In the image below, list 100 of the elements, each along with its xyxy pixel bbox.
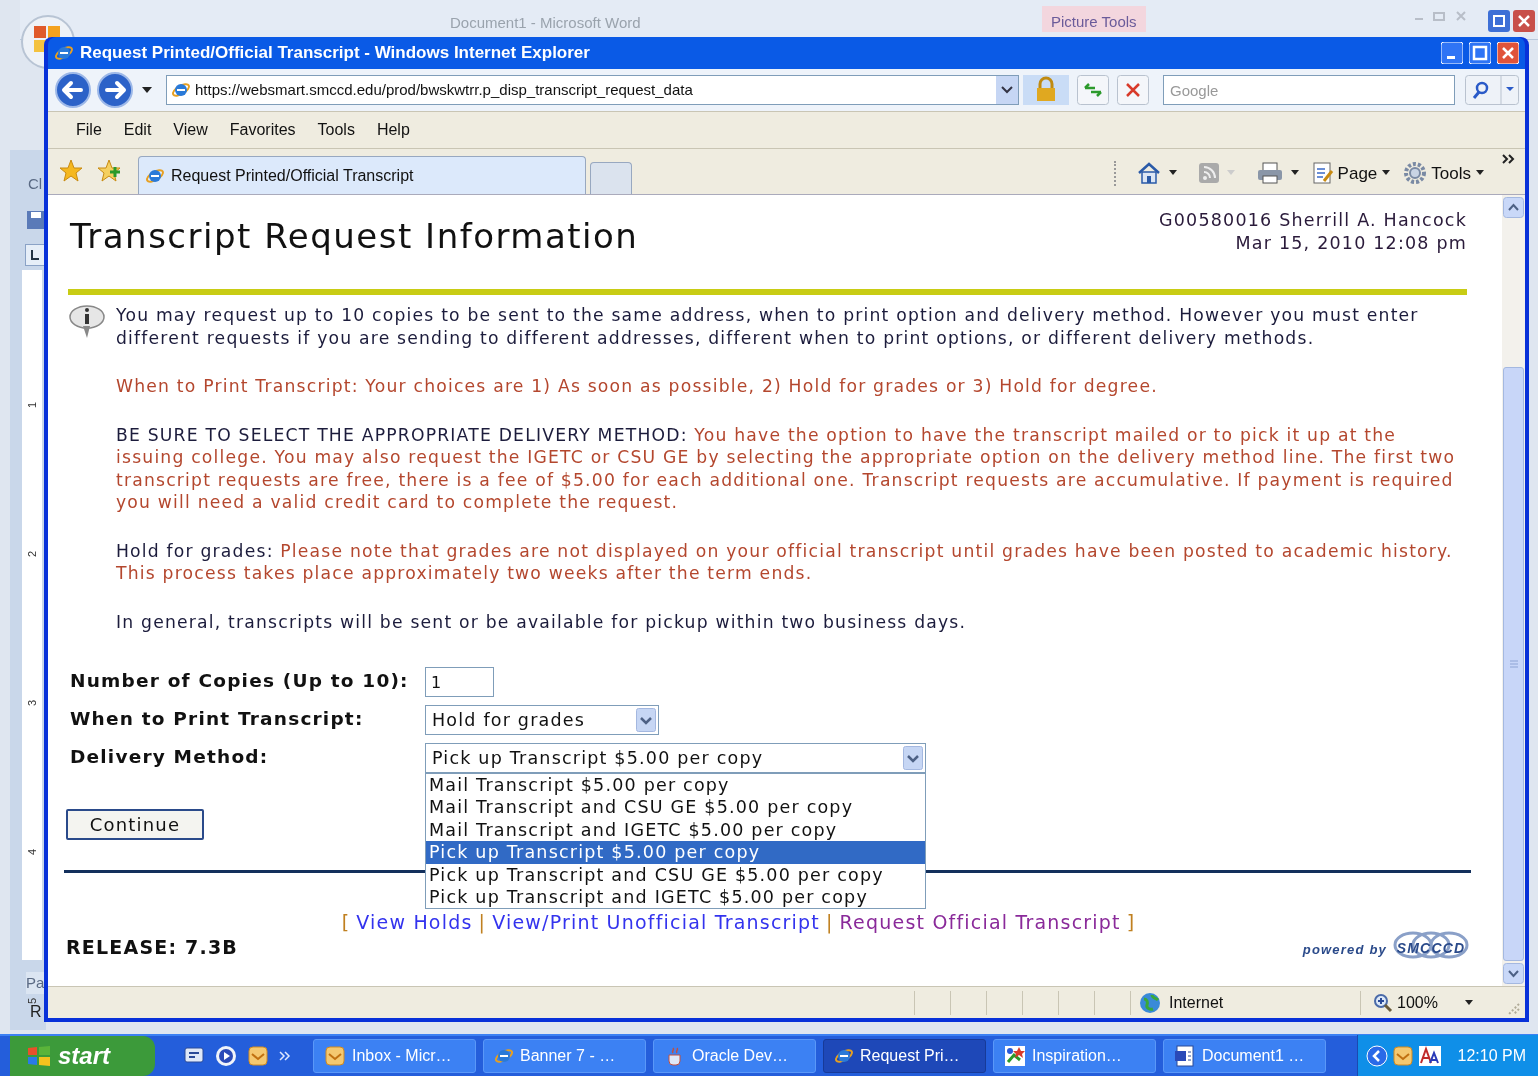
bracket-text: [ xyxy=(341,911,351,933)
close-icon[interactable] xyxy=(1513,10,1535,32)
ruler-number: 3 xyxy=(25,699,39,707)
windows-flag-icon xyxy=(26,1044,52,1068)
scroll-down-icon[interactable] xyxy=(1503,963,1524,984)
browser-e-icon xyxy=(54,43,74,63)
continue-button[interactable]: Continue xyxy=(66,809,204,840)
star-icon[interactable] xyxy=(58,158,84,184)
gear-icon xyxy=(1403,161,1428,186)
mail-icon xyxy=(324,1045,346,1067)
ruler-number: 1 xyxy=(25,401,39,409)
dropdown-option[interactable]: Pick up Transcript and IGETC $5.00 per copy xyxy=(426,885,925,909)
search-field[interactable]: Google xyxy=(1163,75,1455,105)
footer-link[interactable]: Request Official Transcript xyxy=(839,911,1121,933)
scrollbar-thumb[interactable] xyxy=(1503,367,1524,961)
delivery-method-select[interactable]: Pick up Transcript $5.00 per copy xyxy=(425,743,926,773)
caret-icon[interactable] xyxy=(140,85,154,95)
release-text: RELEASE: 7.3B xyxy=(66,934,239,960)
panel-label: Cl xyxy=(28,174,43,194)
stop-icon[interactable] xyxy=(1117,75,1149,105)
maximize-icon xyxy=(1433,10,1445,22)
menu-item[interactable]: Tools xyxy=(317,118,355,142)
dropdown-option[interactable]: Pick up Transcript $5.00 per copy xyxy=(426,841,925,864)
field-label: When to Print Transcript: xyxy=(70,707,365,731)
taskbar-button[interactable]: Inspiration… xyxy=(993,1039,1156,1073)
date-time: Mar 15, 2010 12:08 pm xyxy=(1235,232,1467,255)
ruler-number: 5 xyxy=(25,997,39,1005)
clock-text: 12:10 PM xyxy=(1457,1046,1526,1066)
address-field[interactable]: https://websmart.smccd.edu/prod/bwskwtrr.p_disp_transcript_request_data xyxy=(166,75,1019,105)
printer-icon[interactable] xyxy=(1255,161,1284,186)
menu-item[interactable]: View xyxy=(173,118,208,142)
dropdown-option[interactable]: Mail Transcript and IGETC $5.00 per copy xyxy=(426,818,925,842)
dropdown-icon xyxy=(636,708,656,732)
caret-icon xyxy=(1463,998,1474,1007)
instruction-paragraph: In general, transcripts will be sent or be available for pickup within two business days. xyxy=(116,610,968,633)
scroll-up-icon[interactable] xyxy=(1503,197,1524,218)
context-tab[interactable]: Picture Tools xyxy=(1042,6,1146,32)
zoom-icon xyxy=(1373,992,1393,1013)
info-icon xyxy=(68,304,106,340)
grip-icon xyxy=(1509,660,1518,668)
page-title: Transcript Request Information xyxy=(70,215,639,258)
footer-link[interactable]: View Holds xyxy=(356,911,473,933)
instruction-paragraph: When to Print Transcript: Your choices are 1) As soon as possible, 2) Hold for grades or 3) Hold for degree. xyxy=(116,375,1159,398)
info-text: You may request up to 10 copies to be sent to the same address, when to print option and delivery method. However you must enter different requests if you are sending to different addresses, different when to print options, or different delivery methods. xyxy=(116,304,1420,349)
diagram-icon xyxy=(1004,1045,1026,1067)
menu-item[interactable]: Favorites xyxy=(229,118,296,142)
menu-item[interactable]: Help xyxy=(376,118,410,142)
instruction-paragraph: BE SURE TO SELECT THE APPROPRIATE DELIVERY METHOD: You have the option to have the transcript mailed or to pick it up at the issuing college. You may also request the IGETC or CSU GE by selecting the appropriate option on the delivery method line. The first two transcript requests are free, there is a fee of $5.00 for each additional one. Transcript requests are accumulative. If payment is required you will need a valid credit card to complete the request. xyxy=(116,423,1457,514)
logo-mark: SMCCCD xyxy=(1391,929,1471,959)
add-star-icon[interactable] xyxy=(96,158,122,184)
search-icon[interactable] xyxy=(1465,75,1519,105)
user-id-name: G00580016 Sherrill A. Hancock xyxy=(1158,209,1467,232)
language-icon[interactable] xyxy=(1417,1045,1442,1067)
browser-tab[interactable]: Request Printed/Official Transcript xyxy=(138,156,586,194)
field-label: Delivery Method: xyxy=(70,745,270,769)
instruction-paragraph: Hold for grades: Please note that grades are not displayed on your official transcript until grades have been posted to academic history. This process takes place approximately two weeks after the term ends. xyxy=(116,539,1454,585)
copies-field[interactable]: 1 xyxy=(425,667,494,697)
minimize-icon[interactable] xyxy=(1441,42,1463,64)
separator-text: | xyxy=(825,911,834,933)
panel-label: Pa xyxy=(26,972,46,994)
minimize-icon xyxy=(1415,18,1423,20)
media-player-icon[interactable] xyxy=(215,1045,237,1067)
separator-text: | xyxy=(478,911,487,933)
zoom-button[interactable]: 100% xyxy=(1360,990,1505,1015)
taskbar-button[interactable]: Oracle Dev… xyxy=(653,1039,816,1073)
start-button[interactable]: start xyxy=(10,1036,155,1076)
back-icon[interactable] xyxy=(54,71,92,109)
dropdown-icon[interactable] xyxy=(996,76,1018,104)
close-icon[interactable] xyxy=(1497,42,1519,64)
tools-menu-button[interactable]: Tools xyxy=(1403,160,1485,186)
taskbar-button[interactable]: Document1 … xyxy=(1163,1039,1326,1073)
taskbar-button[interactable]: Banner 7 - … xyxy=(483,1039,646,1073)
browser-e-icon xyxy=(834,1046,854,1066)
bracket-text: ] xyxy=(1126,911,1136,933)
menu-item[interactable]: Edit xyxy=(123,118,152,142)
dropdown-option[interactable]: Mail Transcript and CSU GE $5.00 per copy xyxy=(426,796,925,819)
footer-link[interactable]: View/Print Unofficial Transcript xyxy=(492,911,820,933)
dropdown-option[interactable]: Mail Transcript $5.00 per copy xyxy=(426,774,925,797)
close-icon xyxy=(1455,10,1467,22)
save-icon[interactable] xyxy=(26,210,46,230)
tab-stop-icon[interactable] xyxy=(25,244,45,266)
chevron-icon[interactable] xyxy=(1501,152,1515,165)
ruler-number: 2 xyxy=(25,550,39,558)
page-menu-button[interactable]: Page xyxy=(1311,160,1392,186)
dropdown-option[interactable]: Pick up Transcript and CSU GE $5.00 per copy xyxy=(426,863,925,886)
maximize-icon[interactable] xyxy=(1469,42,1491,64)
mail-icon[interactable] xyxy=(247,1045,269,1067)
forward-icon[interactable] xyxy=(96,71,134,109)
taskbar-button[interactable]: Inbox - Micr… xyxy=(313,1039,476,1073)
menu-item[interactable]: File xyxy=(76,118,102,142)
powered-by-text: powered by xyxy=(1302,940,1387,959)
refresh-icon[interactable] xyxy=(1077,75,1109,105)
window-title: Request Printed/Official Transcript - Windows Internet Explorer xyxy=(80,42,591,65)
field-label: Number of Copies (Up to 10): xyxy=(70,669,410,693)
zone-text: Internet xyxy=(1169,992,1224,1013)
browser-e-icon xyxy=(494,1046,514,1066)
print-option-select[interactable]: Hold for grades xyxy=(425,705,659,735)
globe-icon xyxy=(1139,991,1161,1014)
restore-icon[interactable] xyxy=(1488,10,1510,32)
taskbar-button[interactable]: Request Pri… xyxy=(823,1039,986,1073)
